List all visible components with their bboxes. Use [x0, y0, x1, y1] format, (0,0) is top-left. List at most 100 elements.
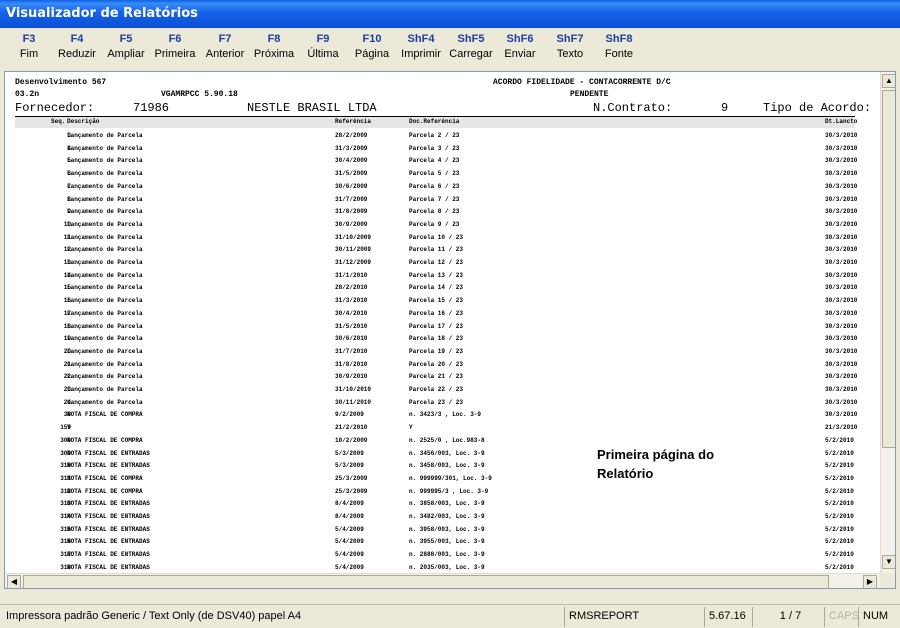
status-bar: Impressora padrão Generic / Text Only (d…	[0, 604, 900, 628]
cell-seq: 11	[63, 233, 71, 241]
fim-button[interactable]: F3 Fim	[4, 32, 54, 66]
ampliar-button[interactable]: F5 Ampliar	[101, 32, 151, 66]
cell-dt: 30/3/2010	[825, 220, 858, 228]
cell-seq: 19	[63, 335, 71, 343]
cell-doc: Parcela 23 / 23	[409, 398, 464, 406]
table-row: 3 Lançamento de Parcela 28/2/2009 Parcela 2…	[5, 132, 880, 144]
cell-dt: 30/3/2010	[825, 170, 858, 178]
scroll-left-icon[interactable]: ◀	[7, 575, 21, 588]
horizontal-scrollbar[interactable]: ◀ ▶	[5, 573, 880, 588]
cell-ref: 31/1/2010	[335, 271, 368, 279]
cell-seq: 313	[60, 500, 71, 508]
cell-ref: 31/5/2010	[335, 322, 368, 330]
report-env: Desenvolvimento 567	[15, 78, 107, 87]
table-row: 5 Lançamento de Parcela 30/4/2009 Parcela 4…	[5, 157, 880, 169]
cell-seq: 311	[60, 474, 71, 482]
report-program: VGAMRPCC 5.90.18	[161, 90, 238, 99]
toolbar-button-label: Primeira	[154, 48, 196, 60]
cell-desc: Lançamento de Parcela	[67, 347, 143, 355]
cell-desc: Lançamento de Parcela	[67, 132, 143, 139]
cell-seq: 318	[60, 563, 71, 571]
cell-dt: 30/3/2010	[825, 386, 858, 393]
vertical-scrollbar[interactable]: ▲ ▼	[880, 72, 895, 573]
proxima-button[interactable]: F8 Próxima	[249, 32, 299, 66]
cell-desc: Lançamento de Parcela	[67, 373, 143, 381]
cell-ref: 30/6/2010	[335, 335, 368, 343]
column-header-doc-referencia: Doc.Referência	[409, 118, 460, 125]
scroll-right-icon[interactable]: ▶	[863, 575, 877, 588]
cell-dt: 30/3/2010	[825, 259, 858, 266]
cell-dt: 30/3/2010	[825, 347, 858, 355]
cell-seq: 159	[60, 424, 71, 432]
cell-desc: Lançamento de Parcela	[67, 220, 143, 228]
cell-desc: Lançamento de Parcela	[67, 271, 143, 279]
cell-doc: n. 3482/003, Loc. 3-9	[409, 513, 485, 520]
reduzir-button[interactable]: F4 Reduzir	[52, 32, 102, 66]
toolbar-button-label: Anterior	[205, 48, 245, 60]
table-row: 20 Lançamento de Parcela 31/7/2010 Parcela …	[5, 348, 880, 360]
cell-seq: 14	[63, 271, 71, 279]
cell-dt: 30/3/2010	[825, 132, 858, 139]
status-app: RMSREPORT	[564, 607, 704, 627]
cell-ref: 28/2/2009	[335, 132, 368, 139]
cell-seq: 17	[63, 309, 71, 317]
imprimir-button[interactable]: ShF4 Imprimir	[396, 32, 446, 66]
fonte-button[interactable]: ShF8 Fonte	[594, 32, 644, 66]
cell-seq: 38	[63, 411, 71, 419]
pagina-button[interactable]: F10 Página	[347, 32, 397, 66]
table-row: 12 Lançamento de Parcela 30/11/2009 Parcela…	[5, 246, 880, 258]
cell-doc: Parcela 9 / 23	[409, 220, 460, 228]
status-page: 1 / 7	[752, 607, 824, 627]
status-version: 5.67.16	[704, 607, 752, 627]
table-row: 316 NOTA FISCAL DE ENTRADAS 5/4/2009 n. 395…	[5, 538, 880, 550]
cell-doc: Parcela 21 / 23	[409, 373, 464, 381]
toolbar-button-label: Fim	[19, 48, 39, 60]
cell-ref: 30/6/2009	[335, 182, 368, 190]
cell-dt: 5/2/2010	[825, 525, 854, 533]
cell-ref: 30/9/2010	[335, 373, 368, 381]
horizontal-scroll-thumb[interactable]	[23, 575, 829, 588]
carregar-button[interactable]: ShF5 Carregar	[446, 32, 496, 66]
cell-doc: Parcela 5 / 23	[409, 170, 460, 178]
ultima-button[interactable]: F9 Última	[298, 32, 348, 66]
cell-dt: 30/3/2010	[825, 246, 858, 254]
column-header-descricao: Descrição	[67, 118, 100, 125]
cell-desc: NOTA FISCAL DE ENTRADAS	[67, 538, 150, 546]
cell-ref: 31/10/2010	[335, 386, 372, 393]
cell-doc: Parcela 19 / 23	[409, 347, 464, 355]
cell-ref: 5/4/2009	[335, 538, 364, 546]
cell-seq: 308	[60, 436, 71, 444]
toolbar-key-label: F5	[119, 33, 133, 45]
table-row: 315 NOTA FISCAL DE ENTRADAS 5/4/2009 n. 395…	[5, 526, 880, 538]
anterior-button[interactable]: F7 Anterior	[200, 32, 250, 66]
toolbar-button-label: Última	[307, 48, 339, 60]
cell-desc: Lançamento de Parcela	[67, 144, 143, 152]
cell-seq: 8	[67, 195, 71, 203]
toolbar-key-label: ShF7	[556, 33, 584, 45]
scroll-down-icon[interactable]: ▼	[882, 555, 895, 569]
report-viewer[interactable]: Desenvolvimento 567 03.2n VGAMRPCC 5.90.…	[4, 71, 896, 589]
cell-dt: 30/3/2010	[825, 322, 858, 330]
cell-desc: Lançamento de Parcela	[67, 195, 143, 203]
cell-seq: 6	[67, 170, 71, 178]
cell-desc: Lançamento de Parcela	[67, 246, 143, 254]
texto-button[interactable]: ShF7 Texto	[545, 32, 595, 66]
scroll-up-icon[interactable]: ▲	[882, 74, 895, 88]
cell-ref: 31/10/2009	[335, 233, 372, 241]
cell-seq: 4	[67, 144, 71, 152]
cell-dt: 21/3/2010	[825, 424, 858, 432]
enviar-button[interactable]: ShF6 Enviar	[495, 32, 545, 66]
annotation-text: Primeira página do Relatório	[597, 447, 715, 481]
primeira-button[interactable]: F6 Primeira	[150, 32, 200, 66]
vertical-scroll-thumb[interactable]	[882, 90, 895, 448]
cell-doc: Parcela 16 / 23	[409, 309, 464, 317]
cell-seq: 15	[63, 284, 71, 292]
cell-dt: 30/3/2010	[825, 233, 858, 241]
table-row: 14 Lançamento de Parcela 31/1/2010 Parcela …	[5, 272, 880, 284]
cell-ref: 25/3/2009	[335, 487, 368, 495]
cell-seq: 314	[60, 513, 71, 520]
cell-doc: Parcela 4 / 23	[409, 157, 460, 165]
cell-doc: Parcela 7 / 23	[409, 195, 460, 203]
cell-doc: n. 3423/3 , Loc. 3-9	[409, 411, 482, 419]
cell-ref: 31/8/2010	[335, 360, 368, 368]
